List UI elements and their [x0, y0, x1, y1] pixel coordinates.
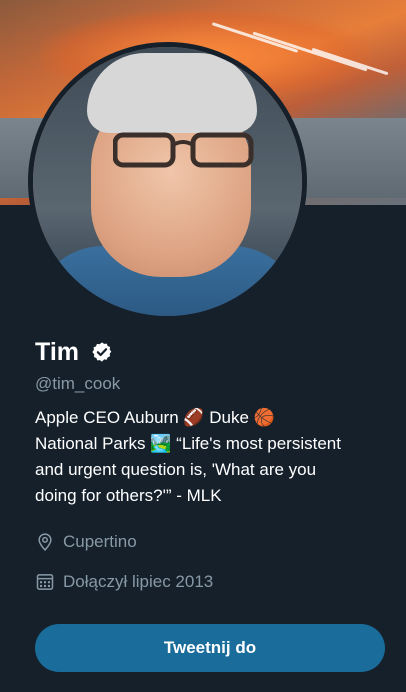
bio-line: and urgent question is, 'What are you: [35, 460, 317, 479]
display-name: Tim: [35, 337, 79, 366]
profile-handle: @tim_cook: [35, 374, 121, 393]
location-text: Cupertino: [63, 531, 137, 551]
calendar-icon: [36, 573, 54, 590]
joined-row: Dołączył lipiec 2013: [35, 569, 385, 594]
verified-badge-icon: [92, 342, 112, 362]
avatar-glasses: [113, 132, 254, 168]
avatar-hair: [87, 53, 257, 133]
location-row: Cupertino: [35, 529, 385, 554]
tweet-to-button[interactable]: Tweetnij do: [35, 624, 385, 672]
location-pin-icon: [38, 532, 52, 551]
bio-line: doing for others?'” - MLK: [35, 486, 222, 505]
profile-bio: Apple CEO Auburn 🏈 Duke 🏀 National Parks…: [35, 405, 380, 509]
profile-meta: Cupertino Dołączył lipiec 2013: [35, 529, 385, 594]
profile-avatar[interactable]: [28, 42, 307, 321]
joined-text: Dołączył lipiec 2013: [63, 571, 214, 591]
profile-info: Tim @tim_cook Apple CEO Auburn 🏈 Duke 🏀 …: [35, 336, 385, 609]
bio-line: National Parks 🏞️ “Life's most persisten…: [35, 434, 341, 453]
name-row: Tim: [35, 336, 385, 368]
bio-line: Apple CEO Auburn 🏈 Duke 🏀: [35, 408, 275, 427]
